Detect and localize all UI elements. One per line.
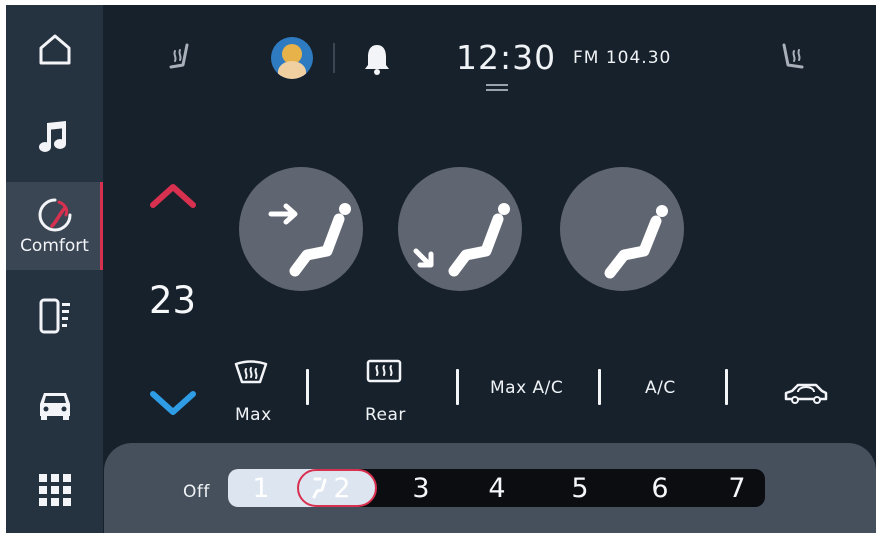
car-icon <box>39 393 70 420</box>
control-divider <box>725 369 728 405</box>
temperature-value: 23 <box>149 279 197 322</box>
climate-screen: Comfort 12:30 FM 104.30 23 Max Rear Max … <box>6 5 876 533</box>
fan-level[interactable]: 3 <box>402 469 440 507</box>
seat-airflow-down-icon <box>413 203 510 277</box>
clock-handle-line <box>486 89 508 91</box>
temperature-down-chevron-icon[interactable] <box>149 388 197 418</box>
heated-seat-right-icon[interactable] <box>776 41 808 75</box>
front-defrost-icon <box>234 360 268 384</box>
rear-defrost-icon <box>366 359 402 383</box>
status-divider <box>333 43 335 73</box>
sidebar-item-vehicle[interactable] <box>6 365 103 445</box>
fan-level[interactable]: 5 <box>561 469 599 507</box>
clock: 12:30 <box>456 38 557 77</box>
airflow-feet-button[interactable] <box>398 167 522 291</box>
seat-airflow-plain-icon <box>604 205 668 279</box>
sidebar: Comfort <box>6 5 103 533</box>
sidebar-item-apps[interactable] <box>6 450 103 530</box>
sidebar-item-music[interactable] <box>6 97 103 177</box>
music-note-icon <box>38 121 66 152</box>
fan-level[interactable]: 1 <box>242 469 280 507</box>
front-defrost-label: Max <box>235 405 272 425</box>
fan-level[interactable]: 2 <box>323 469 361 507</box>
clock-handle[interactable] <box>486 84 508 86</box>
control-divider <box>456 369 459 405</box>
fan-level[interactable]: 7 <box>718 469 756 507</box>
bell-icon[interactable] <box>361 41 393 77</box>
airflow-seat-button[interactable] <box>560 167 684 291</box>
avatar[interactable] <box>271 37 313 79</box>
home-icon <box>39 34 70 65</box>
sidebar-item-phone[interactable] <box>6 277 103 357</box>
phone-signal-icon <box>39 298 70 334</box>
seat-airflow-forward-icon <box>268 203 351 277</box>
sidebar-item-label: Comfort <box>20 236 89 256</box>
radio-station[interactable]: FM 104.30 <box>573 48 671 68</box>
car-recirculation-icon[interactable] <box>782 377 830 407</box>
fan-off-button[interactable]: Off <box>183 482 210 502</box>
airflow-face-button[interactable] <box>239 167 363 291</box>
sidebar-item-home[interactable] <box>6 9 103 89</box>
comfort-gauge-icon <box>38 198 71 232</box>
app-grid-icon <box>38 474 71 506</box>
control-divider <box>598 369 601 405</box>
heated-seat-left-icon[interactable] <box>167 41 199 75</box>
control-divider <box>306 369 309 405</box>
max-ac-button[interactable]: Max A/C <box>490 378 563 398</box>
fan-level[interactable]: 6 <box>641 469 679 507</box>
ac-button[interactable]: A/C <box>645 378 676 398</box>
sidebar-item-comfort[interactable]: Comfort <box>6 182 103 270</box>
fan-level[interactable]: 4 <box>478 469 516 507</box>
rear-defrost-label: Rear <box>365 405 406 425</box>
temperature-up-chevron-icon[interactable] <box>149 181 197 211</box>
